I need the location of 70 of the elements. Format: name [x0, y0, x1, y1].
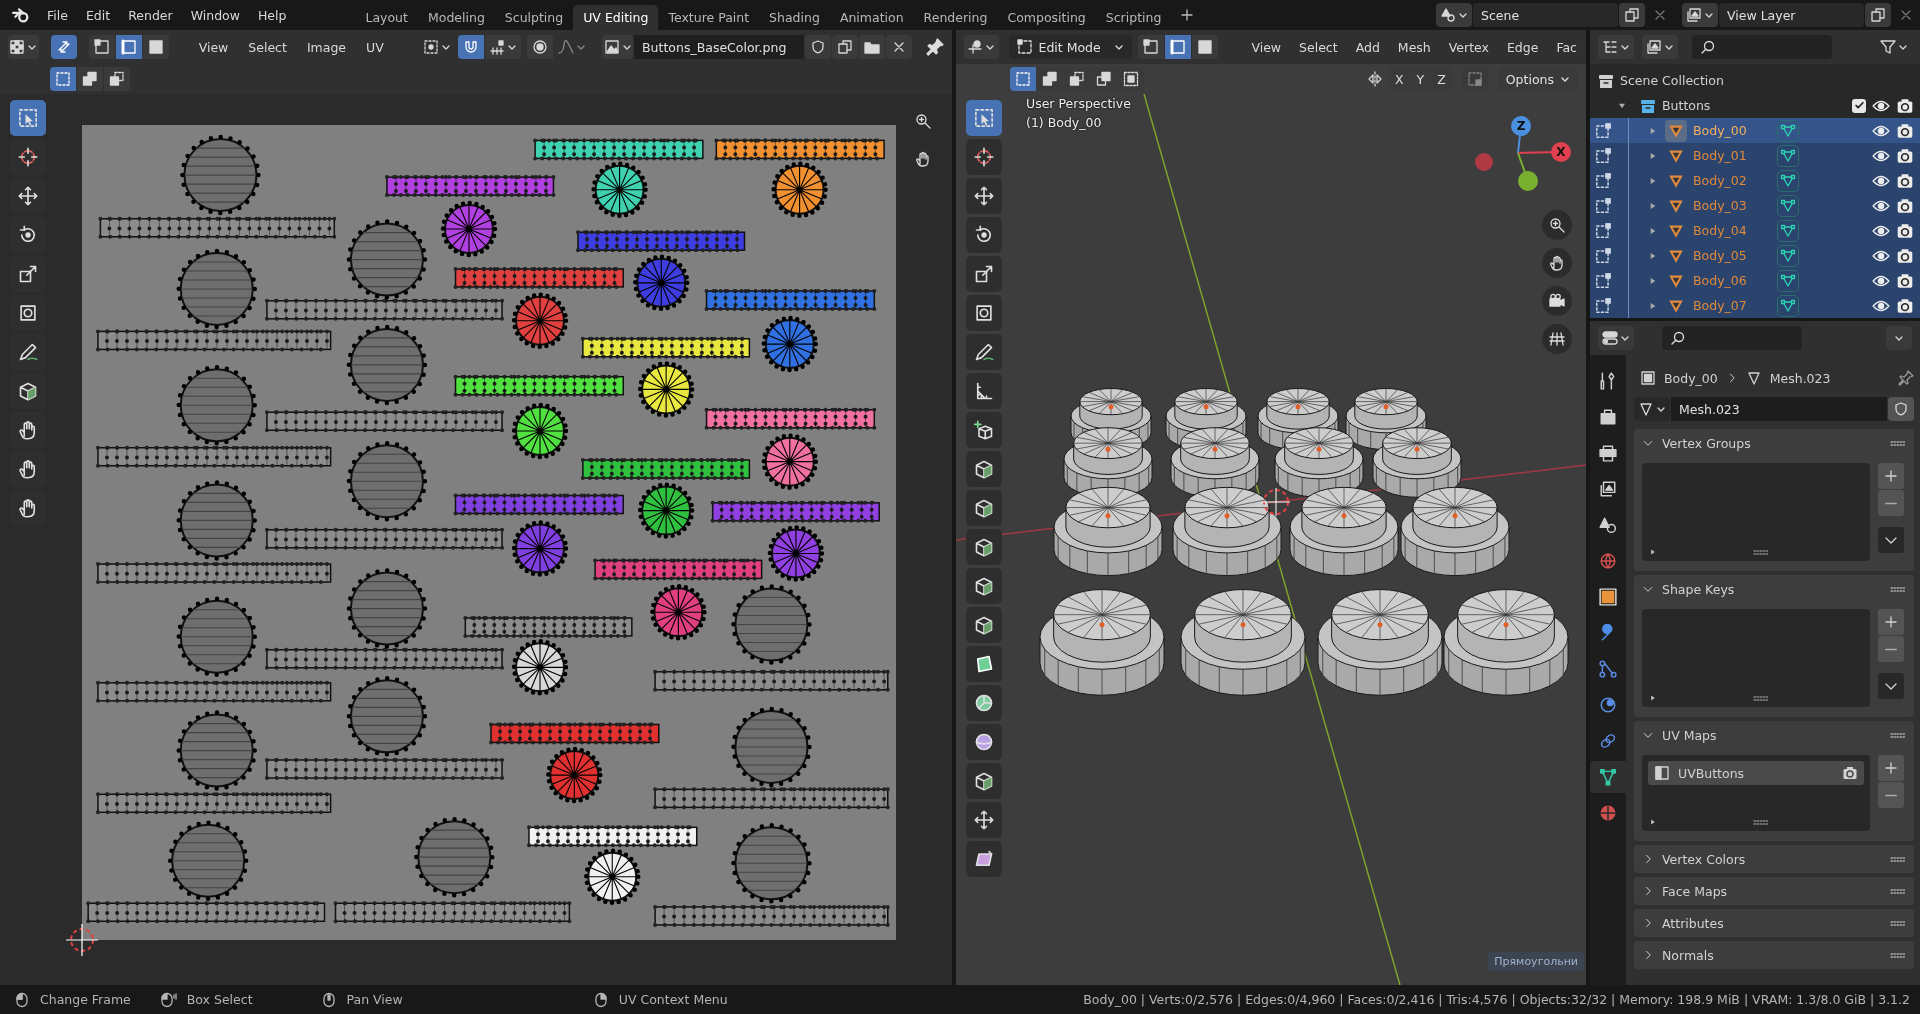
workspace-tab[interactable]: Layout: [355, 4, 418, 30]
menu-item[interactable]: UV: [356, 39, 394, 55]
menu-item[interactable]: Vertex: [1439, 39, 1498, 55]
panel-title: Attributes: [1662, 915, 1724, 931]
workspace-tab[interactable]: Scripting: [1095, 4, 1172, 30]
menu-item[interactable]: Select: [1290, 39, 1347, 55]
viewport-title: User Perspective: [1026, 96, 1131, 113]
panel-title: UV Maps: [1662, 727, 1717, 743]
uv-map-item[interactable]: UVButtons: [1648, 761, 1864, 785]
menu-item[interactable]: Select: [238, 39, 297, 55]
outliner-row[interactable]: Body_07: [1590, 293, 1920, 318]
scene-collection-label[interactable]: Scene Collection: [1620, 73, 1724, 88]
panel-title: Vertex Groups: [1662, 435, 1751, 451]
menu-item[interactable]: Edge: [1497, 39, 1548, 55]
object-name-label: Body_00: [1664, 370, 1718, 386]
outliner-row[interactable]: Body_02: [1590, 168, 1920, 193]
axis-label: X: [1556, 145, 1566, 159]
operator-panel-title[interactable]: Прямоугольни: [1488, 952, 1584, 971]
menu-item[interactable]: Edit: [76, 7, 120, 23]
workspace-tab[interactable]: Rendering: [913, 4, 998, 30]
panel-header[interactable]: Face Maps: [1634, 877, 1914, 905]
menu-item[interactable]: Window: [181, 7, 249, 23]
status-hint: Box Select: [186, 992, 253, 1007]
workspace-tab[interactable]: Shading: [759, 4, 830, 30]
menu-item[interactable]: File: [38, 7, 77, 23]
mesh-name-label: Mesh.023: [1769, 370, 1831, 386]
workspace-tab[interactable]: Animation: [829, 4, 914, 30]
menu-item[interactable]: Image: [296, 39, 357, 55]
workspace-tab[interactable]: UV Editing: [573, 4, 659, 30]
menu-item[interactable]: View: [188, 39, 239, 55]
outliner-row[interactable]: Body_06: [1590, 268, 1920, 293]
panel-header[interactable]: Attributes: [1634, 909, 1914, 937]
view-layer-name-field[interactable]: View Layer: [1719, 3, 1864, 27]
panel-title: Shape Keys: [1662, 581, 1735, 597]
panel-header[interactable]: UV Maps: [1634, 721, 1914, 749]
workspace-tab[interactable]: Modeling: [417, 4, 495, 30]
collection-label[interactable]: Buttons: [1662, 98, 1711, 113]
outliner-row[interactable]: Body_01: [1590, 143, 1920, 168]
panel-title: Vertex Colors: [1662, 851, 1746, 867]
menu-item[interactable]: View: [1242, 39, 1291, 55]
navigation-gizmo[interactable]: Z X: [1475, 116, 1571, 191]
panel-header[interactable]: Shape Keys: [1634, 575, 1914, 603]
status-hint: UV Context Menu: [618, 992, 728, 1007]
status-hint: Change Frame: [40, 992, 131, 1007]
menu-item[interactable]: Render: [119, 7, 182, 23]
active-object-label: (1) Body_00: [1026, 115, 1103, 132]
menu-item[interactable]: Add: [1346, 39, 1389, 55]
panel-title: Normals: [1662, 947, 1714, 963]
status-hint: Pan View: [346, 992, 403, 1007]
panel-header[interactable]: Normals: [1634, 941, 1914, 969]
panel-title: Face Maps: [1662, 883, 1728, 899]
workspace-tab[interactable]: Compositing: [997, 4, 1096, 30]
mesh-datablock-field[interactable]: Mesh.023: [1671, 397, 1887, 421]
panel-header[interactable]: Vertex Groups: [1634, 429, 1914, 457]
outliner-row[interactable]: Body_05: [1590, 243, 1920, 268]
outliner-row[interactable]: Body_03: [1590, 193, 1920, 218]
image-name-field[interactable]: Buttons_BaseColor.png: [634, 35, 804, 59]
workspace-tab[interactable]: Texture Paint: [658, 4, 760, 30]
mode-dropdown[interactable]: Edit Mode: [1008, 35, 1133, 59]
menu-item[interactable]: Help: [248, 7, 296, 23]
axis-label: Z: [1516, 119, 1526, 133]
status-stats: Body_00 | Verts:0/2,576 | Edges:0/4,960 | Faces:0/2,416 | Tris:4,576 | Objects:32/32 | Memory: 198.9 MiB | VRAM: 1.3/8.0 GiB | 3.1.2: [1083, 992, 1910, 1007]
outliner-row[interactable]: Body_00: [1590, 118, 1920, 143]
scene-name-field[interactable]: Scene: [1473, 3, 1618, 27]
workspace-tab[interactable]: Sculpting: [494, 4, 574, 30]
outliner-row[interactable]: Body_04: [1590, 218, 1920, 243]
menu-item[interactable]: Mesh: [1388, 39, 1440, 55]
panel-header[interactable]: Vertex Colors: [1634, 845, 1914, 873]
options-dropdown[interactable]: Options: [1497, 67, 1578, 91]
menu-item[interactable]: Fac: [1547, 39, 1586, 55]
